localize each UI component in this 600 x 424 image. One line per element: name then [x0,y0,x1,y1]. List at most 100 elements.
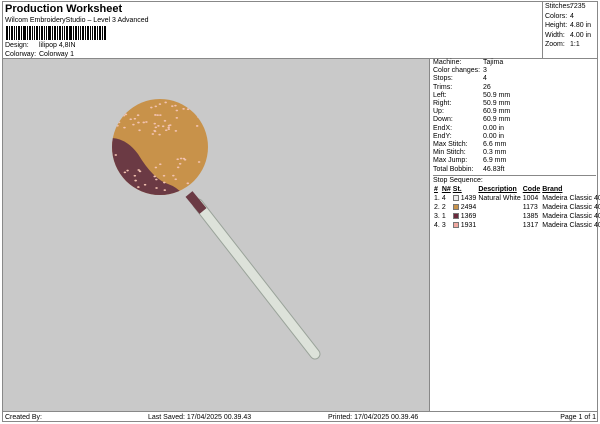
design-row: Design: lilipop 4,8IN [5,42,76,49]
thread-code: 1385 [522,213,539,221]
sprinkle [159,114,162,117]
sprinkle [133,117,137,120]
stat-row: Stitches:7235 [545,2,596,12]
last-saved: Last Saved: 17/04/2025 00.39.43 [148,414,252,421]
thread-code: 1317 [522,222,539,230]
detail-row: EndY: 0.00 in [433,133,596,141]
description: Natural White [478,195,521,203]
stat-row: Zoom: 1:1 [545,40,596,50]
sprinkle [151,133,155,135]
needle-number: 2 [441,204,446,212]
thread-code: 1173 [522,204,538,212]
sprinkle [175,109,179,112]
detail-row: Left: 50.9 mm [433,92,596,100]
detail-label: Left: [433,91,447,99]
lollipop-image [112,99,321,360]
sprinkle [145,121,148,123]
sprinkle [127,188,131,191]
sprinkle [150,106,153,109]
sprinkle [132,123,135,126]
column-header: Description [478,186,517,194]
sprinkle [200,187,204,190]
detail-value: 50.9 mm [483,91,511,99]
row-number: 2. [434,204,440,212]
sprinkle [123,171,127,174]
column-header: Brand [542,186,563,194]
stop-sequence-table: # N# St. Description Code Brand 1. 4 1439 Natura… [433,185,600,230]
sprinkle [153,175,156,178]
detail-label: Max Jump: [433,157,468,165]
needle-number: 3 [441,222,446,230]
detail-value: 60.9 mm [483,108,511,116]
sprinkle [154,114,157,116]
sprinkle [154,105,158,108]
detail-label: Total Bobbin: [433,165,474,173]
sprinkle [138,129,141,132]
stat-label: Zoom: [545,41,565,48]
sprinkle [178,162,182,165]
colorway-label: Colorway: [5,51,37,58]
sprinkle [137,169,140,171]
detail-row: Stops: 4 [433,75,596,83]
colorway-row: Colorway: Colorway 1 [5,51,74,58]
sprinkle [127,100,130,102]
sprinkle [126,169,129,172]
sprinkle [186,108,190,111]
detail-label: Stops: [433,75,453,83]
sprinkle [182,157,186,160]
sprinkle [154,126,158,129]
sprinkle [175,116,179,119]
detail-row: EndX: 0.00 in [433,125,596,133]
color-swatch [452,195,459,202]
stat-value: 4.00 in [570,31,592,39]
brand: Madeira Classic 40 [542,222,600,230]
stat-row: Width: 4.00 in [545,31,596,41]
sprinkle [156,114,160,117]
details-panel: Machine: Tajima Color changes: 3 Stops: 4 Trim… [431,59,600,411]
sprinkle [153,122,157,125]
stat-label: Colors: [545,12,568,20]
sprinkle [167,128,171,131]
sprinkle [174,104,177,107]
sprinkle [153,129,156,132]
sprinkle [137,121,140,124]
sprinkle [193,187,196,190]
column-header: St. [452,186,462,194]
header: Production Worksheet Wilcom EmbroiderySt… [2,1,543,59]
sprinkle [127,102,131,105]
sprinkle [155,187,158,189]
stitch-count: 1931 [460,222,477,230]
sprinkle [196,115,200,118]
stat-row: Colors: 4 [545,12,596,22]
sprinkle [167,126,170,129]
sprinkle [172,174,175,177]
sprinkle [123,126,126,129]
detail-value: 6.6 mm [483,141,507,149]
sprinkle [123,181,126,183]
detail-value: 4 [483,75,487,83]
sprinkle [170,105,174,108]
stop-sequence-title: Stop Sequence: [433,176,483,184]
stats-box: Stitches:7235 Colors: 4 Height: 4.80 in Width… [543,1,598,59]
sprinkle [191,108,195,111]
detail-label: Machine: [433,59,462,66]
sprinkle [119,179,122,181]
sprinkle [137,186,140,188]
sprinkle [163,189,167,191]
needle-number: 1 [441,213,446,221]
column-header: Code [522,186,541,194]
table-row: 3. 1 1369 1385 Madeira Classic 40 [433,212,600,221]
row-number: 3. [434,213,440,221]
detail-row: Right: 50.9 mm [433,100,596,108]
sprinkle [114,154,118,156]
sprinkle [120,189,123,192]
sprinkle [134,179,137,182]
sprinkle [142,121,146,124]
sprinkle [168,124,172,127]
table-row: 4. 3 1931 1317 Madeira Classic 40 [433,221,600,230]
brand: Madeira Classic 40 [542,195,600,203]
design-label: Design: [5,42,29,49]
sprinkle [119,104,123,107]
detail-label: Max Stitch: [433,141,468,149]
stat-value: 4.80 in [570,22,592,29]
